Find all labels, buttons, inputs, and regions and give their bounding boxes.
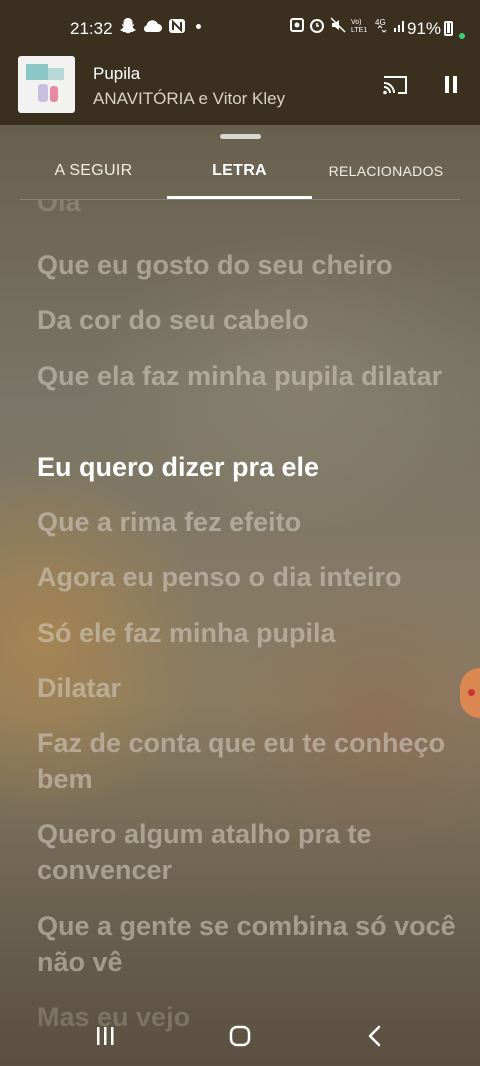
notification-icons [120, 17, 201, 35]
privacy-indicator-dot [459, 33, 465, 39]
tab-lyrics[interactable]: LETRA [167, 150, 312, 198]
signal-icon [394, 21, 404, 32]
status-bar: 21:32 Vo) LTE1 4G 91% [0, 0, 480, 58]
lyric-line: Ola [37, 200, 81, 217]
song-title: Pupila [93, 64, 141, 83]
network-4g-icon: 4G [375, 18, 387, 33]
n-app-icon [169, 19, 185, 33]
alarm-icon [310, 19, 324, 33]
lyrics-panel[interactable]: Ola Que eu gosto do seu cheiro Da cor do… [0, 200, 480, 1036]
photo-icon [290, 18, 304, 32]
navigation-bar [0, 1006, 480, 1066]
lyric-line[interactable]: Agora eu penso o dia inteiro [37, 559, 457, 595]
battery-percent: 91% [407, 19, 442, 38]
mute-icon [330, 17, 346, 33]
tab-related[interactable]: RELACIONADOS [312, 150, 460, 198]
lyric-line[interactable]: Só ele faz minha pupila [37, 615, 457, 651]
svg-text:Vo): Vo) [351, 19, 362, 26]
lyric-line[interactable]: Da cor do seu cabelo [37, 302, 457, 338]
system-icons: Vo) LTE1 4G [290, 17, 407, 33]
lyric-line[interactable]: Que eu gosto do seu cheiro [37, 247, 457, 283]
back-icon[interactable] [355, 1016, 395, 1056]
tab-up-next[interactable]: A SEGUIR [20, 150, 167, 198]
snapchat-icon [120, 18, 136, 34]
cloud-icon [143, 20, 162, 32]
sheet-drag-handle[interactable] [220, 134, 261, 139]
song-artist: ANAVITÓRIA e Vitor Kley [93, 89, 286, 108]
home-icon[interactable] [220, 1016, 260, 1056]
battery-icon [444, 21, 453, 36]
current-lyric-line[interactable]: Eu quero dizer pra ele [37, 449, 457, 485]
volte-icon: Vo)LTE1 [351, 19, 367, 33]
album-art[interactable] [18, 56, 75, 113]
lyric-line[interactable]: Dilatar [37, 670, 457, 706]
more-notifications-dot [196, 23, 201, 29]
tab-bar: A SEGUIR LETRA RELACIONADOS [20, 150, 460, 200]
lyric-line[interactable]: Quero algum atalho pra te convencer [37, 816, 457, 888]
pause-icon[interactable] [440, 74, 462, 96]
cast-icon[interactable] [382, 73, 410, 97]
lyric-line[interactable]: Que a rima fez efeito [37, 504, 457, 540]
lyric-line[interactable]: Faz de conta que eu te conheço bem [37, 725, 457, 797]
mini-player[interactable]: Pupila ANAVITÓRIA e Vitor Kley [0, 56, 480, 116]
recents-icon[interactable] [85, 1016, 125, 1056]
status-time: 21:32 [70, 19, 113, 38]
lyric-line[interactable]: Que a gente se combina só você não vê [37, 908, 457, 980]
svg-text:LTE1: LTE1 [351, 27, 367, 33]
lyric-line[interactable]: Que ela faz minha pupila dilatar [37, 358, 457, 394]
